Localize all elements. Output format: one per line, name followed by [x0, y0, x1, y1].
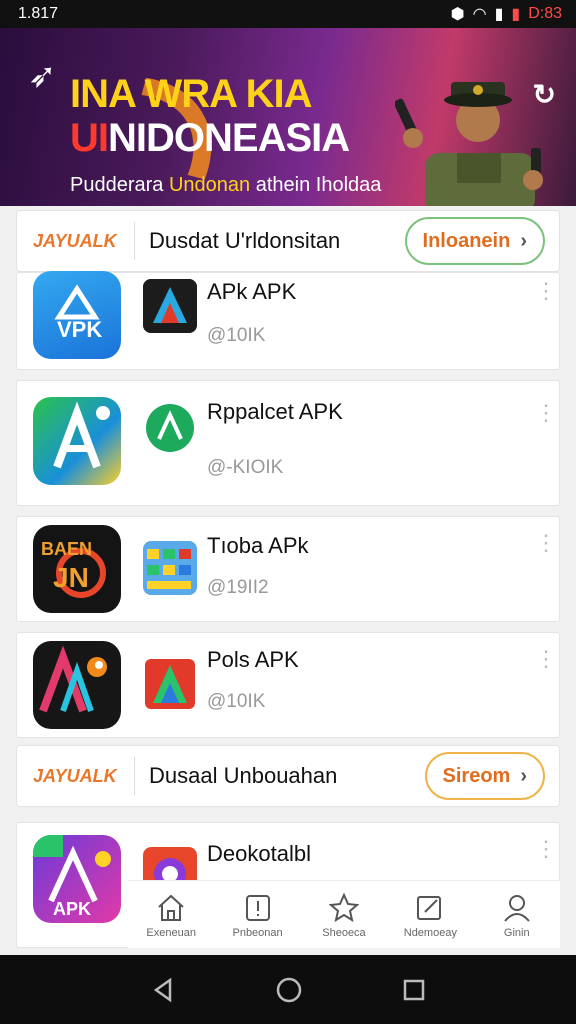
app-icon-small: [143, 401, 197, 455]
app-name: Deokotalbl: [207, 841, 311, 866]
nav-label: Ndemoeay: [403, 926, 457, 939]
alert-icon: [245, 894, 270, 921]
svg-text:VPK: VPK: [57, 317, 102, 342]
banner-subtitle-start: Pudderara: [70, 174, 169, 196]
status-time: 1.817: [18, 5, 59, 22]
more-options-icon[interactable]: ⋮: [535, 838, 557, 860]
app-list-item[interactable]: Rppalcet APK @-KIOIK ⋮: [16, 380, 560, 506]
app-name: APk APK: [207, 279, 297, 304]
app-icon-large: [33, 397, 121, 485]
system-navigation-bar: [0, 955, 576, 1024]
rocket-icon: ➶: [28, 57, 57, 95]
nav-item-edit[interactable]: Ndemoeay: [387, 891, 473, 939]
section-action-label: Sireom: [442, 764, 511, 787]
section-header-2: JAYUALK Dusaal Unbouahan Sireom ›: [16, 745, 560, 807]
banner-title-red: UI: [70, 116, 109, 160]
banner-subtitle-end: athein Iholdaa: [250, 174, 382, 196]
section-title: Dusaal Unbouahan: [149, 763, 338, 788]
nav-label: Ginin: [503, 926, 530, 939]
bottom-navigation: Exeneuan Pnbeonan Sheoeca Ndemoeay Ginin: [128, 880, 560, 948]
profile-icon: [503, 894, 530, 922]
more-options-icon[interactable]: ⋮: [535, 532, 557, 554]
battery-icon: ▮: [511, 6, 521, 23]
home-circle-icon[interactable]: [275, 976, 303, 1004]
svg-text:JN: JN: [53, 562, 89, 593]
app-list-item[interactable]: Pols APK @10IK ⋮: [16, 632, 560, 738]
app-name: Tıoba APk: [207, 533, 309, 558]
app-icon-small: [143, 657, 197, 711]
app-list-item[interactable]: BAEN JN Tıoba APk @19II2 ⋮: [16, 516, 560, 622]
app-size: @10IK: [207, 325, 266, 346]
section-action-label: Inloanein: [422, 229, 511, 252]
nav-label: Pnbeonan: [232, 926, 283, 939]
svg-text:BAEN: BAEN: [41, 539, 92, 559]
status-bar: 1.817 ⬢ ◠ ▮ ▮ D:83: [0, 0, 576, 28]
refresh-icon[interactable]: ↻: [533, 78, 556, 111]
more-options-icon[interactable]: ⋮: [535, 648, 557, 670]
nav-item-alerts[interactable]: Pnbeonan: [215, 891, 301, 939]
status-clock: D:83: [528, 5, 562, 22]
app-icon-small: [143, 541, 197, 595]
banner-title-white: NIDONEASIA: [108, 116, 350, 160]
nav-item-profile[interactable]: Ginin: [474, 891, 560, 939]
back-icon[interactable]: [150, 977, 176, 1003]
banner-title-line2: UINIDONEASIA: [70, 116, 350, 161]
more-options-icon[interactable]: ⋮: [535, 280, 557, 302]
svg-text:APK: APK: [53, 899, 91, 919]
app-name: Pols APK: [207, 647, 299, 672]
notification-icon: ⬢: [450, 6, 465, 23]
banner-subtitle-highlight: Undonan: [168, 174, 251, 196]
section-action-button[interactable]: Sireom ›: [424, 752, 545, 800]
app-size: @-KIOIK: [207, 457, 284, 478]
app-list-item[interactable]: VPK APk APK @10IK ⋮: [16, 271, 560, 370]
nav-item-home[interactable]: Exeneuan: [128, 891, 214, 939]
app-size: @10IK: [207, 691, 266, 712]
app-name: Rppalcet APK: [207, 399, 343, 424]
nav-label: Sheoeca: [322, 926, 366, 939]
app-size: @19II2: [207, 577, 269, 598]
app-icon-large: VPK: [33, 271, 121, 359]
section-action-button[interactable]: Inloanein ›: [404, 217, 545, 265]
nav-label: Exeneuan: [146, 926, 196, 939]
app-icon-large: [33, 641, 121, 729]
section-brand-logo: JAYUALK: [17, 757, 135, 795]
app-icon-large: APK: [33, 835, 121, 923]
banner-subtitle: Pudderara Undonan athein Iholdaa: [70, 174, 381, 197]
chevron-right-icon: ›: [520, 764, 527, 787]
home-icon: [158, 894, 184, 921]
section-title: Dusdat U'rldonsitan: [149, 228, 341, 253]
section-brand-logo: JAYUALK: [17, 222, 135, 260]
app-icon-large: BAEN JN: [33, 525, 121, 613]
app-icon-small: [143, 279, 197, 333]
promo-banner[interactable]: ➶ INA WRA KIA UINIDONEASIA Pudderara Und…: [0, 28, 576, 206]
star-icon: [328, 892, 360, 922]
more-options-icon[interactable]: ⋮: [535, 402, 557, 424]
section-header-1: JAYUALK Dusdat U'rldonsitan Inloanein ›: [16, 210, 560, 272]
officer-illustration: [395, 82, 543, 206]
wifi-icon: ◠: [472, 6, 487, 23]
nav-item-featured[interactable]: Sheoeca: [301, 891, 387, 939]
edit-icon: [417, 895, 442, 920]
signal-icon: ▮: [494, 6, 504, 23]
banner-title-line1: INA WRA KIA: [70, 72, 313, 116]
recents-icon[interactable]: [402, 978, 426, 1002]
chevron-right-icon: ›: [520, 229, 527, 252]
